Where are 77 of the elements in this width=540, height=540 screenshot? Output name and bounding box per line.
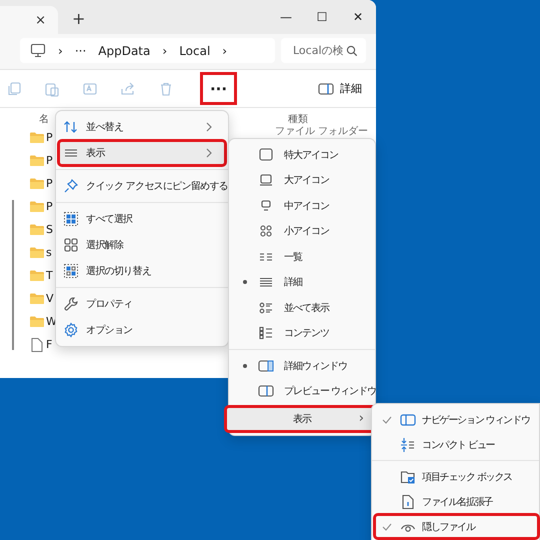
search-icon [346,44,358,56]
close-tab-button[interactable]: × [35,12,46,28]
menu-item[interactable]: 詳細ウィンドウ [231,353,373,378]
menu-item[interactable]: 小アイコン [231,218,373,244]
folder-icon [29,315,45,328]
computer-icon [30,43,46,58]
pane-icon [400,412,416,428]
breadcrumb[interactable]: AppData [98,44,150,58]
select-all-icon [63,211,79,227]
menu-item[interactable]: 隠しファイル [374,514,539,539]
menu-item[interactable]: 選択の切り替え [58,258,226,284]
tab[interactable]: × [0,6,58,34]
pane-icon [318,82,334,94]
menu-item[interactable]: コンパクト ビュー [374,432,537,457]
breadcrumb[interactable]: › [162,44,168,58]
gear-icon [63,322,79,338]
file-type: ファイル フォルダー [275,124,368,138]
trash-icon [158,80,174,96]
invert-selection-icon [63,263,79,279]
wrench-icon [63,296,79,312]
folder-icon [29,292,45,305]
file-icon [29,336,45,352]
folder-icon [29,200,45,213]
menu-item[interactable]: 大アイコン [231,168,373,193]
content-icon [258,325,274,342]
compact-icon [400,436,416,452]
menu-item[interactable]: オプション [58,317,226,343]
menu-item[interactable]: 中アイコン [231,193,373,218]
grid-icon [258,223,274,240]
copy-icon [6,80,22,96]
preview-pane-icon [258,383,274,400]
menu-item[interactable]: 一覧 [231,244,373,270]
menu-item[interactable]: プレビュー ウィンドウ [231,378,373,404]
square-icon [258,146,274,163]
breadcrumb[interactable]: ··· [74,44,86,58]
menu-item[interactable]: 並べて表示 [231,295,373,320]
folder-icon [29,269,45,282]
sort-icon [63,119,79,135]
folder-checkbox-icon [400,468,416,484]
breadcrumb[interactable]: › [222,44,228,58]
folder-icon [29,246,45,259]
rename-icon [82,80,98,96]
details-pane-button[interactable]: 詳細 [318,81,362,96]
address-bar[interactable]: › ··· AppData › Local › [20,38,275,63]
more-button[interactable]: ··· [200,72,237,105]
file-icon [400,494,416,510]
menu-item[interactable]: ファイル名拡張子 [374,489,537,514]
grid-icon [63,237,79,253]
menu-item[interactable]: すべて選択 [58,206,226,232]
menu-item[interactable]: 並べ替え [58,114,226,140]
breadcrumb[interactable]: Local [179,44,210,58]
monitor-icon [258,172,274,188]
maximize-button[interactable]: ☐ [304,10,340,24]
search-field[interactable]: Localの検 [281,38,366,63]
pin-icon [63,178,79,194]
details-pane-icon [258,358,274,374]
menu-item[interactable]: コンテンツ [231,320,373,346]
paste-icon [44,80,60,96]
menu-item[interactable]: 選択解除 [58,232,226,258]
menu-item[interactable]: プロパティ [58,291,226,317]
folder-icon [29,177,45,190]
share-icon [120,80,136,96]
chevron-right-icon: › [358,411,363,426]
folder-icon [29,131,45,144]
menu-item[interactable]: 項目チェック ボックス [374,464,537,489]
new-tab-button[interactable]: + [72,9,86,28]
column-header[interactable]: 種類 [288,112,308,126]
menu-item[interactable]: クイック アクセスにピン留めする [58,173,226,199]
menu-item[interactable]: 詳細 [231,270,373,295]
menu-item[interactable]: 表示 [58,140,226,166]
folder-icon [29,223,45,236]
folder-icon [29,154,45,167]
tiles-icon [258,300,274,316]
close-button[interactable]: ✕ [340,10,376,24]
menu-item[interactable]: 特大アイコン [231,142,373,168]
minimize-button[interactable]: — [268,10,304,24]
breadcrumb[interactable]: › [58,44,63,58]
